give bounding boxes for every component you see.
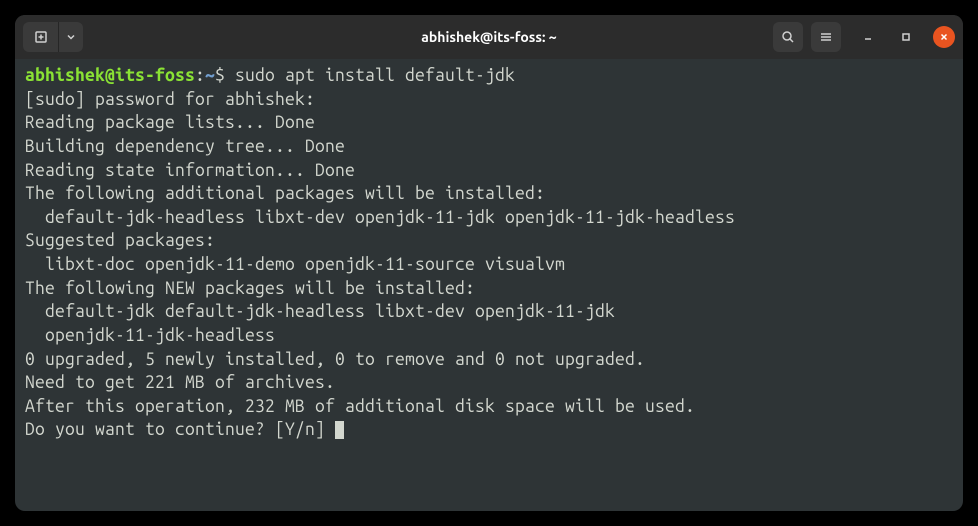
prompt-path: ~ — [205, 66, 215, 85]
prompt-colon: : — [195, 66, 205, 85]
output-line: openjdk-11-jdk-headless — [25, 324, 953, 348]
new-tab-button[interactable] — [23, 22, 59, 52]
prompt-line: abhishek@its-foss:~$ sudo apt install de… — [25, 64, 953, 88]
output-line: Building dependency tree... Done — [25, 135, 953, 159]
window-title: abhishek@its-foss: ~ — [421, 29, 556, 45]
continue-prompt: Do you want to continue? [Y/n] — [25, 420, 335, 439]
terminal-body[interactable]: abhishek@its-foss:~$ sudo apt install de… — [15, 59, 963, 511]
output-line: default-jdk default-jdk-headless libxt-d… — [25, 300, 953, 324]
output-line: Do you want to continue? [Y/n] — [25, 418, 953, 442]
window-controls — [857, 26, 955, 48]
output-line: Suggested packages: — [25, 229, 953, 253]
output-line: Reading state information... Done — [25, 159, 953, 183]
menu-button[interactable] — [811, 22, 841, 52]
maximize-button[interactable] — [895, 26, 917, 48]
output-line: The following NEW packages will be insta… — [25, 277, 953, 301]
output-line: default-jdk-headless libxt-dev openjdk-1… — [25, 206, 953, 230]
minimize-button[interactable] — [857, 26, 879, 48]
new-tab-icon — [34, 30, 48, 44]
prompt-dollar: $ — [215, 66, 235, 85]
output-line: The following additional packages will b… — [25, 182, 953, 206]
minimize-icon — [863, 32, 873, 42]
titlebar: abhishek@its-foss: ~ — [15, 15, 963, 59]
command-text: sudo apt install default-jdk — [235, 66, 515, 85]
maximize-icon — [901, 32, 911, 42]
cursor — [335, 421, 344, 439]
output-line: Reading package lists... Done — [25, 111, 953, 135]
tab-dropdown-button[interactable] — [59, 22, 83, 52]
output-line: [sudo] password for abhishek: — [25, 88, 953, 112]
prompt-user-host: abhishek@its-foss — [25, 66, 195, 85]
output-line: 0 upgraded, 5 newly installed, 0 to remo… — [25, 348, 953, 372]
hamburger-icon — [819, 30, 833, 44]
output-line: After this operation, 232 MB of addition… — [25, 395, 953, 419]
close-icon — [939, 32, 949, 42]
titlebar-left-group — [23, 22, 83, 52]
close-button[interactable] — [933, 26, 955, 48]
search-icon — [781, 30, 795, 44]
output-line: Need to get 221 MB of archives. — [25, 371, 953, 395]
output-line: libxt-doc openjdk-11-demo openjdk-11-sou… — [25, 253, 953, 277]
search-button[interactable] — [773, 22, 803, 52]
terminal-window: abhishek@its-foss: ~ — [15, 15, 963, 511]
titlebar-right-group — [773, 22, 955, 52]
chevron-down-icon — [66, 32, 76, 42]
